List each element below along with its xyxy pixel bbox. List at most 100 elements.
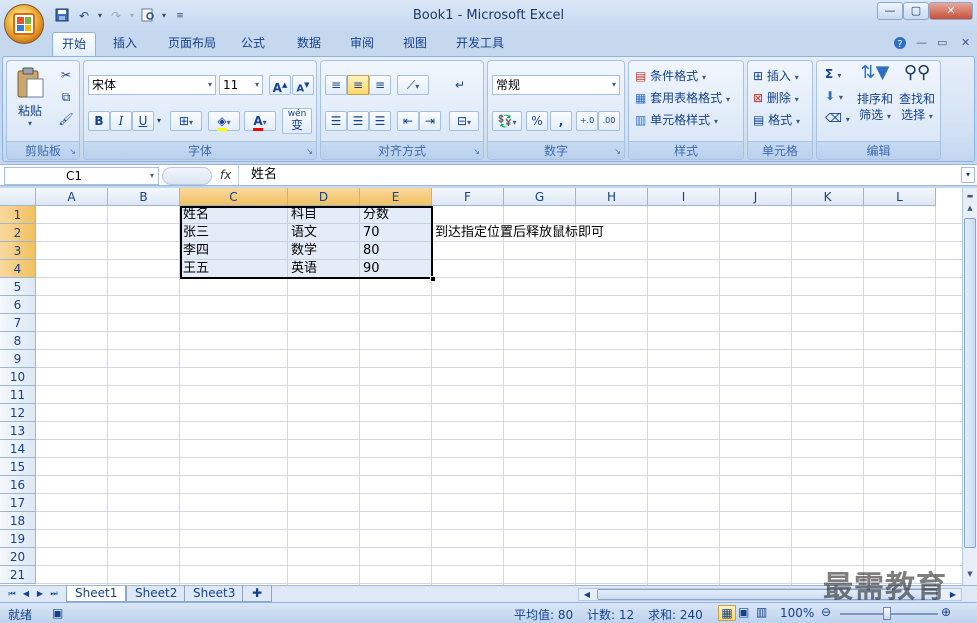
column-header-C[interactable]: C [180, 188, 288, 206]
bold-button[interactable]: B [88, 111, 110, 131]
underline-dropdown-icon[interactable]: ▾ [154, 111, 164, 131]
normal-view-icon[interactable]: ▦ [718, 605, 736, 621]
ribbon-close-icon[interactable]: ✕ [961, 36, 970, 49]
font-name-select[interactable]: 宋体 ▾ [88, 75, 216, 95]
row-header-11[interactable]: 11 [0, 386, 36, 404]
scroll-right-icon[interactable]: ▶ [947, 588, 959, 601]
insert-cells-button[interactable]: ⊞ 插入 ▾ [753, 67, 799, 84]
minimize-button[interactable]: — [877, 2, 903, 20]
maximize-button[interactable]: ▢ [903, 2, 929, 20]
page-layout-view-icon[interactable]: ▣ [738, 605, 749, 619]
row-header-19[interactable]: 19 [0, 530, 36, 548]
cut-icon[interactable]: ✂ [55, 65, 77, 85]
column-header-K[interactable]: K [792, 188, 864, 206]
phonetic-guide-icon[interactable]: wén 变 [282, 108, 312, 134]
tab-home[interactable]: 开始 [52, 32, 96, 56]
formula-bar-expander[interactable] [162, 167, 212, 185]
name-box[interactable]: C1 ▾ [4, 167, 159, 185]
row-header-20[interactable]: 20 [0, 548, 36, 566]
tab-review[interactable]: 审阅 [345, 32, 379, 56]
column-header-F[interactable]: F [432, 188, 504, 206]
dialog-launcher-icon[interactable]: ↘ [473, 147, 480, 156]
column-header-A[interactable]: A [36, 188, 108, 206]
fill-color-icon[interactable]: ◈▾ [208, 111, 240, 131]
tab-developer[interactable]: 开发工具 [450, 32, 510, 56]
column-header-E[interactable]: E [360, 188, 432, 206]
select-all-button[interactable] [0, 188, 36, 206]
autosum-button[interactable]: Σ ▾ [825, 67, 841, 81]
sheet-tab-1[interactable]: Sheet1 [66, 586, 127, 602]
prev-sheet-icon[interactable]: ◀ [20, 587, 32, 600]
font-size-select[interactable]: 11 ▾ [219, 75, 263, 95]
dialog-launcher-icon[interactable]: ↘ [306, 147, 313, 156]
cell-E3[interactable]: 80 [360, 242, 380, 260]
row-header-5[interactable]: 5 [0, 278, 36, 296]
row-header-1[interactable]: 1 [0, 206, 36, 224]
fill-button[interactable]: ⬇ ▾ [825, 89, 843, 103]
cell-C2[interactable]: 张三 [180, 224, 209, 242]
row-header-2[interactable]: 2 [0, 224, 36, 242]
scroll-up-icon[interactable]: ▲ [964, 202, 976, 214]
tab-data[interactable]: 数据 [292, 32, 326, 56]
cell-styles-button[interactable]: ▥ 单元格样式 ▾ [635, 111, 718, 128]
help-icon[interactable]: ? [893, 36, 907, 53]
paste-button[interactable]: 粘贴 ▾ [13, 67, 47, 129]
wrap-text-icon[interactable]: ↵ [449, 75, 471, 95]
tab-insert[interactable]: 插入 [108, 32, 142, 56]
number-format-select[interactable]: 常规 ▾ [492, 75, 620, 95]
cell-C3[interactable]: 李四 [180, 242, 209, 260]
increase-decimal-icon[interactable]: +.0 [576, 111, 598, 131]
sort-filter-button[interactable]: ⇅▼ 排序和 筛选 ▾ [855, 64, 895, 125]
tab-formulas[interactable]: 公式 [236, 32, 270, 56]
cell-E4[interactable]: 90 [360, 260, 380, 278]
column-header-L[interactable]: L [864, 188, 936, 206]
row-header-14[interactable]: 14 [0, 440, 36, 458]
scroll-left-icon[interactable]: ◀ [581, 588, 593, 601]
align-right-icon[interactable]: ☰ [369, 111, 391, 131]
zoom-out-icon[interactable]: ⊖ [821, 605, 831, 619]
orientation-icon[interactable]: ⟋▾ [397, 75, 429, 95]
percent-button[interactable]: % [526, 111, 548, 131]
column-header-D[interactable]: D [288, 188, 360, 206]
row-header-12[interactable]: 12 [0, 404, 36, 422]
cell-E1[interactable]: 分数 [360, 206, 389, 224]
row-header-8[interactable]: 8 [0, 332, 36, 350]
copy-icon[interactable]: ⧉ [55, 87, 77, 107]
comma-button[interactable]: , [550, 111, 572, 131]
row-header-10[interactable]: 10 [0, 368, 36, 386]
column-header-H[interactable]: H [576, 188, 648, 206]
formula-bar-expand-icon[interactable]: ▾ [961, 167, 975, 183]
tab-page-layout[interactable]: 页面布局 [162, 32, 222, 56]
insert-sheet-icon[interactable]: ✚ [242, 586, 272, 602]
format-painter-icon[interactable]: 🖌 [55, 109, 77, 129]
row-header-7[interactable]: 7 [0, 314, 36, 332]
accounting-format-icon[interactable]: 💱▾ [492, 111, 522, 131]
next-sheet-icon[interactable]: ▶ [34, 587, 46, 600]
column-header-J[interactable]: J [720, 188, 792, 206]
scroll-down-icon[interactable]: ▼ [964, 568, 976, 580]
cell-E2[interactable]: 70 [360, 224, 380, 242]
close-button[interactable]: ✕ [929, 2, 973, 20]
row-header-6[interactable]: 6 [0, 296, 36, 314]
zoom-level[interactable]: 100% [780, 606, 814, 620]
sheet-tab-2[interactable]: Sheet2 [126, 586, 187, 602]
row-header-18[interactable]: 18 [0, 512, 36, 530]
borders-icon[interactable]: ⊞▾ [170, 111, 202, 131]
conditional-formatting-button[interactable]: ▤ 条件格式 ▾ [635, 67, 706, 84]
fill-handle[interactable] [430, 276, 436, 282]
last-sheet-icon[interactable]: ⏭ [48, 587, 60, 600]
align-bottom-icon[interactable]: ≡ [369, 75, 391, 95]
font-color-icon[interactable]: A▾ [244, 111, 276, 131]
shrink-font-icon[interactable]: A▼ [292, 75, 314, 95]
cell-C1[interactable]: 姓名 [180, 206, 209, 224]
dialog-launcher-icon[interactable]: ↘ [614, 147, 621, 156]
italic-button[interactable]: I [110, 111, 132, 131]
align-middle-icon[interactable]: ≡ [347, 75, 369, 95]
row-header-9[interactable]: 9 [0, 350, 36, 368]
vertical-scroll-thumb[interactable] [964, 218, 976, 548]
zoom-slider-thumb[interactable] [883, 607, 891, 620]
grow-font-icon[interactable]: A▲ [269, 75, 291, 95]
worksheet-grid[interactable]: ABCDEFGHIJKL 1 2 3 4 5 6 7 8 9 10 11 12 13 14 15 16 17 18… [0, 188, 962, 585]
cell-D3[interactable]: 数学 [288, 242, 317, 260]
insert-function-icon[interactable]: fx [220, 168, 231, 182]
